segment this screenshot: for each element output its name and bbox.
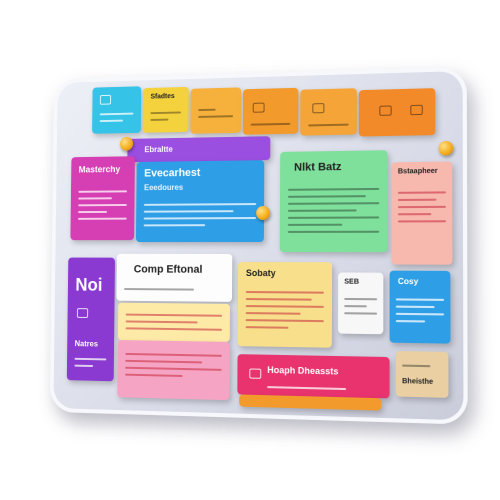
card-text-lines (150, 107, 181, 126)
pink-card[interactable] (117, 340, 229, 400)
document-icon (100, 95, 111, 105)
pink-bottom-card[interactable]: Hoaph Dheassts (237, 354, 389, 398)
calendar-icon (253, 103, 265, 113)
card-title: Evecarhest (144, 167, 200, 179)
card-text-lines (74, 353, 106, 372)
card-title: Masterchy (79, 164, 121, 174)
banner-title: Ebraltte (144, 145, 172, 154)
pushpin-icon (439, 141, 454, 156)
card-text-lines (396, 293, 444, 328)
card-text-lines (100, 108, 134, 127)
card-text-lines (246, 286, 324, 334)
card-subtitle: Eeedoures (144, 183, 183, 192)
right-blue-card[interactable]: Cosy (390, 271, 451, 344)
card-title: Bheisthe (402, 378, 433, 386)
card-text-lines (144, 198, 257, 231)
beige-card[interactable]: Bheisthe (396, 351, 449, 398)
white-card[interactable]: Comp Eftonal (116, 254, 232, 302)
card-text-lines (267, 381, 381, 396)
card-text-lines (251, 118, 291, 131)
card-title: Comp Eftonal (134, 264, 203, 276)
card-text-lines (126, 309, 223, 336)
card-label: Natres (75, 339, 98, 348)
card-text-lines (288, 183, 379, 238)
green-card[interactable]: Nlkt Batz (280, 150, 388, 252)
bookmark-icon (249, 368, 261, 378)
card-text-lines (398, 186, 446, 227)
top-orange-card-1[interactable] (190, 87, 241, 133)
folder-icon (312, 103, 324, 113)
card-title: Bstaapheer (398, 168, 438, 176)
yellow-card[interactable]: Sobaty (238, 262, 332, 348)
card-text-lines (78, 186, 127, 225)
kanban-board: Sfadtes Ebraltte Masterchy Evecarhest Ee… (50, 67, 468, 425)
top-orange-card-3[interactable] (300, 88, 357, 135)
card-text-lines (125, 348, 222, 383)
blue-card[interactable]: Evecarhest Eeedoures (136, 160, 264, 242)
card-text-lines (124, 283, 224, 296)
top-orange-card-4[interactable] (359, 88, 436, 136)
violet-card[interactable]: Noi Natres (67, 258, 115, 382)
small-white-card[interactable]: SEB (338, 272, 383, 334)
card-title: Nlkt Batz (294, 161, 341, 174)
pushpin-icon (256, 206, 270, 220)
card-text-lines (308, 119, 348, 132)
card-title: Sobaty (246, 268, 276, 278)
card-text-lines (402, 359, 442, 372)
card-text-lines (344, 293, 377, 320)
top-cyan-card[interactable] (92, 86, 141, 134)
top-yellow-card[interactable]: Sfadtes (143, 87, 189, 133)
card-title: SEB (344, 279, 359, 286)
card-title: Sfadtes (151, 93, 175, 100)
top-orange-card-2[interactable] (243, 88, 299, 135)
magenta-card[interactable]: Masterchy (70, 156, 134, 240)
card-title: Hoaph Dheassts (267, 365, 338, 377)
grid-icon (410, 105, 422, 115)
message-icon (77, 308, 88, 318)
peach-card[interactable]: Bstaapheer (392, 161, 453, 264)
chart-icon (379, 105, 391, 115)
orange-strip-card[interactable] (239, 394, 381, 410)
card-big-label: Noi (75, 275, 102, 296)
pale-pink-card[interactable] (118, 303, 230, 342)
purple-banner-card[interactable]: Ebraltte (127, 136, 270, 162)
card-text-lines (198, 103, 233, 122)
card-title: Cosy (398, 277, 418, 286)
